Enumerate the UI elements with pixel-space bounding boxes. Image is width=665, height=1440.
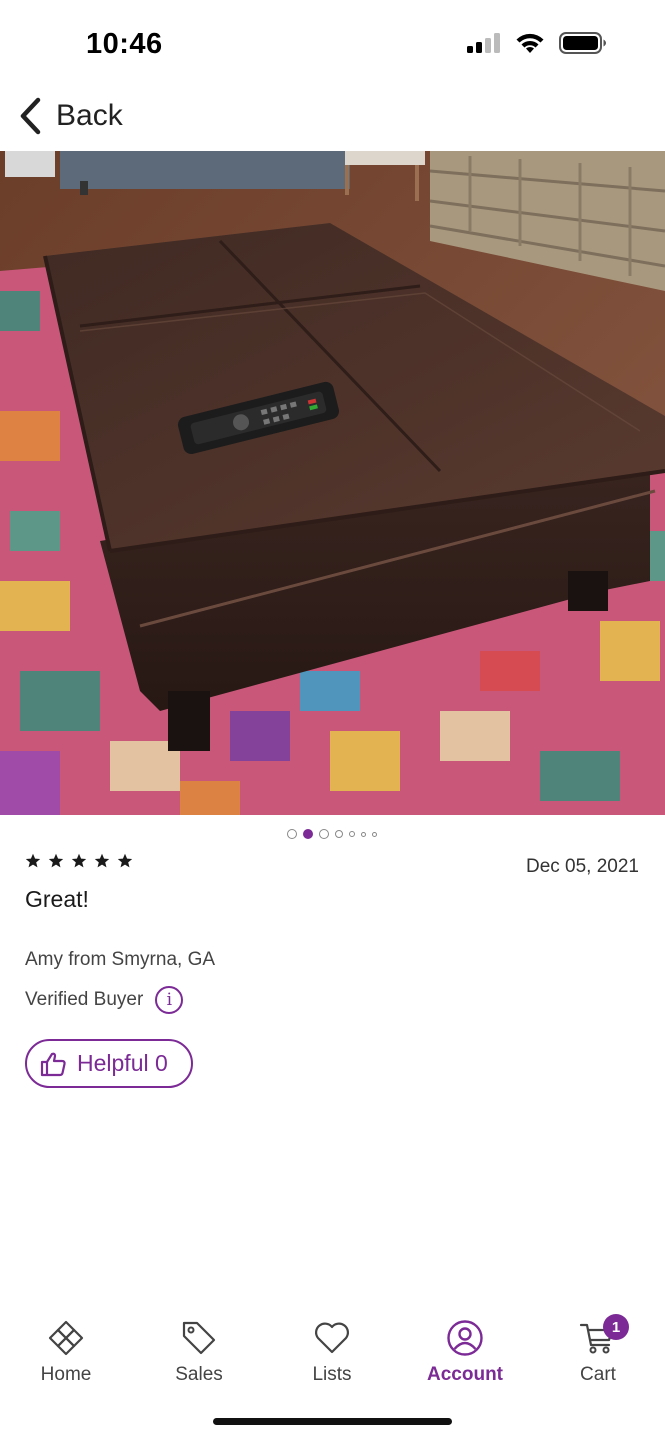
review-date: Dec 05, 2021 bbox=[525, 856, 639, 877]
heart-icon bbox=[315, 1322, 349, 1354]
review-photo[interactable] bbox=[0, 151, 665, 815]
tab-sales-label: Sales bbox=[175, 1364, 223, 1385]
star-icon bbox=[94, 853, 110, 868]
reviewer-name: Amy from Smyrna, GA bbox=[25, 949, 216, 970]
tab-bar: Home Sales Lists Account 1 Cart bbox=[0, 1314, 665, 1394]
carousel-dot[interactable] bbox=[318, 829, 329, 839]
star-rating bbox=[25, 853, 133, 869]
carousel-dot[interactable] bbox=[348, 831, 355, 837]
tab-account[interactable]: Account bbox=[405, 1318, 525, 1386]
tag-icon bbox=[182, 1321, 216, 1355]
tab-cart[interactable]: 1 Cart bbox=[538, 1314, 658, 1386]
tab-sales[interactable]: Sales bbox=[139, 1318, 259, 1386]
verified-buyer-label: Verified Buyer bbox=[25, 989, 144, 1010]
home-indicator bbox=[213, 1418, 452, 1425]
account-icon bbox=[447, 1320, 483, 1356]
status-bar: 10:46 bbox=[0, 0, 665, 90]
tab-home-label: Home bbox=[40, 1364, 92, 1385]
helpful-label: Helpful 0 bbox=[77, 1050, 168, 1076]
star-icon bbox=[71, 853, 87, 868]
star-icon bbox=[117, 853, 133, 868]
carousel-dots[interactable] bbox=[0, 826, 664, 842]
review-title: Great! bbox=[25, 886, 89, 912]
helpful-button[interactable]: Helpful 0 bbox=[25, 1039, 193, 1088]
tab-lists-label: Lists bbox=[312, 1364, 352, 1385]
cellular-signal-icon bbox=[467, 33, 500, 53]
carousel-dot-active[interactable] bbox=[302, 829, 313, 839]
carousel-dot[interactable] bbox=[286, 829, 297, 839]
info-icon[interactable]: i bbox=[155, 986, 184, 1014]
carousel-dot[interactable] bbox=[371, 831, 377, 837]
back-button[interactable]: Back bbox=[18, 96, 123, 136]
home-icon bbox=[48, 1320, 84, 1356]
tab-account-label: Account bbox=[427, 1364, 503, 1385]
tab-cart-label: Cart bbox=[580, 1364, 616, 1385]
status-time: 10:46 bbox=[86, 28, 163, 60]
cart-badge: 1 bbox=[603, 1314, 629, 1340]
tab-home[interactable]: Home bbox=[6, 1318, 126, 1386]
verified-buyer: Verified Buyer i bbox=[25, 986, 184, 1014]
back-label: Back bbox=[56, 99, 123, 132]
star-icon bbox=[25, 853, 41, 868]
battery-icon bbox=[559, 32, 606, 54]
wifi-icon bbox=[516, 33, 544, 53]
carousel-dot[interactable] bbox=[360, 831, 366, 837]
nav-bar: Back bbox=[0, 92, 665, 150]
thumbs-up-icon bbox=[40, 1052, 66, 1076]
product-photo bbox=[0, 151, 665, 815]
tab-lists[interactable]: Lists bbox=[272, 1318, 392, 1386]
carousel-dot[interactable] bbox=[334, 830, 343, 838]
chevron-left-icon bbox=[20, 97, 41, 135]
star-icon bbox=[48, 853, 64, 868]
status-icons bbox=[467, 32, 607, 54]
